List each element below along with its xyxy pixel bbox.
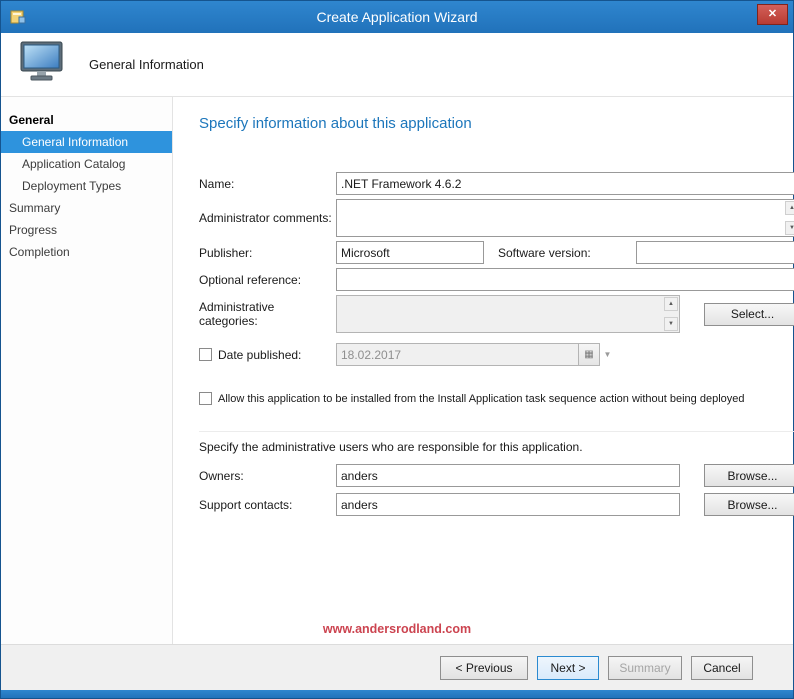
- wizard-page-content: Specify information about this applicati…: [173, 97, 794, 644]
- previous-button[interactable]: < Previous: [440, 655, 528, 680]
- date-published-field: Date published:: [199, 348, 336, 362]
- support-contacts-browse-button[interactable]: Browse...: [704, 493, 794, 516]
- summary-button: Summary: [608, 655, 682, 680]
- optional-reference-input[interactable]: [336, 268, 794, 291]
- window-bottom-border: [1, 690, 793, 698]
- close-button[interactable]: ✕: [757, 4, 788, 25]
- optional-reference-row: Optional reference:: [199, 268, 794, 291]
- administrative-users-text: Specify the administrative users who are…: [199, 440, 583, 454]
- administrative-categories-input: ▲ ▼: [336, 295, 680, 333]
- page-heading: Specify information about this applicati…: [199, 115, 472, 132]
- titlebar[interactable]: Create Application Wizard ✕: [1, 1, 793, 33]
- owners-browse-button[interactable]: Browse...: [704, 464, 794, 487]
- scrollbar: ▲ ▼: [784, 200, 794, 236]
- scroll-up-icon: ▲: [664, 297, 678, 311]
- allow-task-sequence-label: Allow this application to be installed f…: [218, 392, 745, 405]
- publisher-input[interactable]: [336, 241, 484, 264]
- calendar-dropdown-icon: ▼: [603, 350, 612, 359]
- sidebar-item-summary[interactable]: Summary: [1, 197, 172, 219]
- sidebar-item-application-catalog[interactable]: Application Catalog: [1, 153, 172, 175]
- sidebar-item-completion[interactable]: Completion: [1, 241, 172, 263]
- support-contacts-input[interactable]: [336, 493, 680, 516]
- wizard-body: General General Information Application …: [1, 97, 794, 644]
- section-divider: [199, 431, 794, 432]
- date-published-checkbox[interactable]: [199, 348, 212, 361]
- sidebar-item-progress[interactable]: Progress: [1, 219, 172, 241]
- software-version-label: Software version:: [498, 245, 591, 260]
- administrative-categories-label: Administrative categories:: [199, 300, 275, 328]
- calendar-icon: ▦: [578, 343, 600, 366]
- scrollbar: ▲ ▼: [663, 296, 679, 332]
- date-published-input: [336, 343, 579, 366]
- sidebar-item-general[interactable]: General: [1, 109, 172, 131]
- administrative-categories-row: Administrative categories: ▲ ▼ Select...: [199, 295, 794, 333]
- watermark-text: www.andersrodland.com: [322, 622, 472, 636]
- create-application-wizard-window: Create Application Wizard ✕ General Info…: [0, 0, 794, 699]
- optional-reference-label: Optional reference:: [199, 272, 302, 287]
- wizard-button-bar: < Previous Next > Summary Cancel: [1, 644, 793, 690]
- scroll-down-icon: ▼: [664, 317, 678, 331]
- support-contacts-row: Support contacts: Browse...: [199, 493, 794, 516]
- publisher-label: Publisher:: [199, 245, 253, 260]
- scroll-down-icon[interactable]: ▼: [785, 221, 794, 235]
- date-published-label: Date published:: [218, 347, 302, 362]
- allow-task-sequence-checkbox[interactable]: [199, 392, 212, 405]
- administrator-comments-input[interactable]: ▲ ▼: [336, 199, 794, 237]
- sidebar-item-general-information[interactable]: General Information: [1, 131, 172, 153]
- owners-label: Owners:: [199, 468, 244, 483]
- software-version-input[interactable]: [636, 241, 794, 264]
- administrator-comments-label: Administrator comments:: [199, 211, 332, 225]
- wizard-nav-sidebar: General General Information Application …: [1, 97, 173, 644]
- name-row: Name:: [199, 172, 794, 195]
- name-input[interactable]: [336, 172, 794, 195]
- scroll-up-icon[interactable]: ▲: [785, 201, 794, 215]
- wizard-header: General Information: [1, 33, 793, 97]
- publisher-row: Publisher: Software version:: [199, 241, 794, 264]
- select-button[interactable]: Select...: [704, 302, 794, 326]
- owners-row: Owners: Browse...: [199, 464, 794, 487]
- sidebar-item-deployment-types[interactable]: Deployment Types: [1, 175, 172, 197]
- cancel-button[interactable]: Cancel: [691, 655, 753, 680]
- support-contacts-label: Support contacts:: [199, 497, 293, 512]
- next-button[interactable]: Next >: [537, 655, 599, 680]
- administrator-comments-row: Administrator comments: ▲ ▼: [199, 199, 794, 237]
- allow-task-sequence-row: Allow this application to be installed f…: [199, 392, 794, 405]
- header-page-title: General Information: [89, 57, 204, 72]
- window-title: Create Application Wizard: [316, 9, 478, 25]
- owners-input[interactable]: [336, 464, 680, 487]
- computer-icon: [19, 41, 65, 88]
- date-published-row: Date published: ▦ ▼: [199, 343, 794, 366]
- name-label: Name:: [199, 176, 235, 191]
